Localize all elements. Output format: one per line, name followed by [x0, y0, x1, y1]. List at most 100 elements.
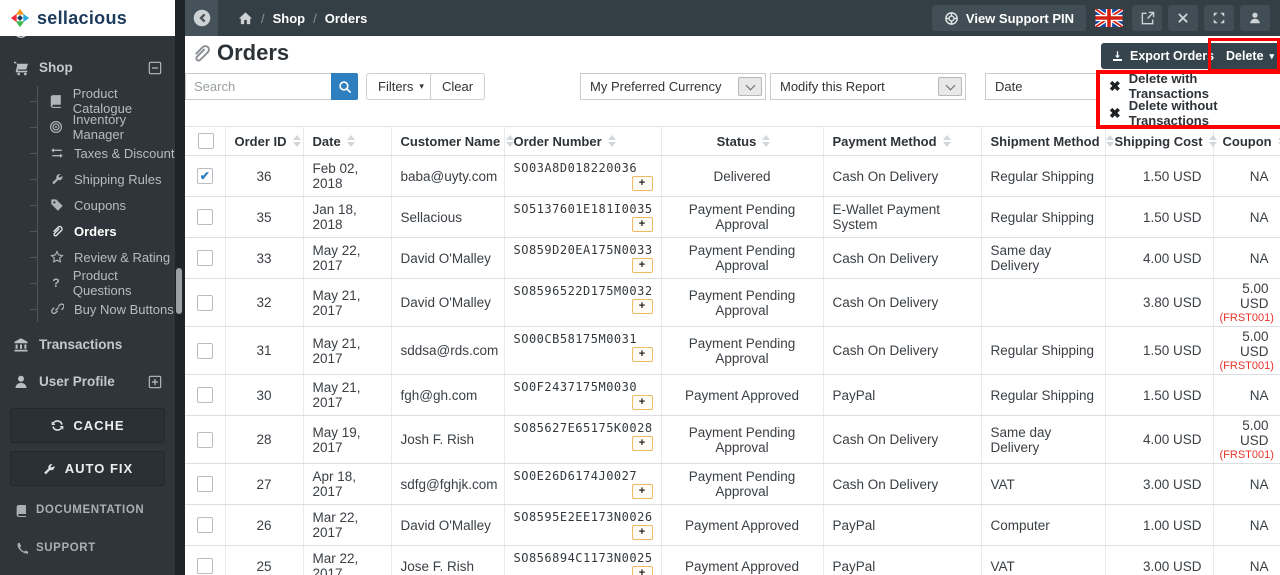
language-flag-button[interactable]: [1092, 5, 1126, 31]
expand-order-button[interactable]: +: [631, 347, 653, 362]
collapse-icon[interactable]: [146, 61, 163, 75]
table-row: 32 May 21, 2017 David O'Malley SO8596522D17…: [185, 278, 1280, 327]
row-checkbox[interactable]: [196, 250, 213, 267]
expand-order-button[interactable]: +: [631, 217, 653, 232]
column-header-payment-method[interactable]: Payment Method: [823, 126, 982, 156]
order-id-cell: 27: [225, 463, 304, 505]
row-checkbox[interactable]: [196, 342, 213, 359]
export-orders-button[interactable]: Export Orders: [1101, 43, 1225, 69]
coupon-value: NA: [1249, 517, 1269, 533]
column-header-shipment-method[interactable]: Shipment Method: [981, 126, 1114, 156]
sidebar-item-documentation[interactable]: DOCUMENTATION: [0, 496, 175, 524]
delete-label: Delete: [1226, 49, 1264, 63]
page-title: Orders: [217, 40, 290, 65]
customer-cell: David O'Malley: [391, 504, 505, 546]
expand-order-button[interactable]: +: [631, 176, 653, 191]
account-button[interactable]: [1240, 5, 1270, 31]
row-checkbox[interactable]: [196, 209, 213, 226]
row-checkbox[interactable]: ✔: [196, 168, 213, 185]
sidebar-item-label: Shipping Rules: [74, 171, 162, 187]
expand-order-button[interactable]: +: [631, 436, 653, 451]
search-icon: [338, 80, 352, 94]
view-support-pin-button[interactable]: View Support PIN: [931, 5, 1086, 31]
expand-order-button[interactable]: +: [631, 299, 653, 314]
expand-order-button[interactable]: +: [631, 484, 653, 499]
sidebar-item-review-rating[interactable]: Review & Rating: [0, 244, 175, 270]
order-id-cell: 35: [225, 196, 304, 238]
expand-order-button[interactable]: +: [631, 525, 653, 540]
status-cell: Delivered: [661, 155, 824, 197]
row-checkbox[interactable]: [196, 294, 213, 311]
payment-method-cell: PayPal: [823, 504, 982, 546]
menu-item-delete-without-transactions[interactable]: ✖ Delete without Transactions: [1109, 98, 1280, 128]
column-header-label: Status: [716, 133, 757, 149]
joomla-admin-button[interactable]: [1168, 5, 1198, 31]
table-row: 30 May 21, 2017 fgh@gh.com SO0F2437175M0030…: [185, 374, 1280, 416]
sidebar-item-shop[interactable]: Shop: [0, 49, 175, 86]
joomla-icon: [1176, 11, 1191, 25]
column-header-order-number[interactable]: Order Number: [504, 126, 662, 156]
column-header-coupon[interactable]: Coupon: [1213, 126, 1280, 156]
row-checkbox[interactable]: [196, 476, 213, 493]
logo-text: sellacious: [37, 7, 128, 28]
select-all-checkbox[interactable]: [198, 133, 215, 150]
breadcrumb-orders[interactable]: Orders: [325, 11, 368, 26]
filters-button[interactable]: Filters ▾: [366, 73, 436, 100]
delete-button[interactable]: Delete ▾: [1216, 43, 1280, 69]
sidebar-item-label: Shop: [39, 60, 73, 75]
expand-order-button[interactable]: +: [631, 566, 653, 575]
sidebar-item-shipping-rules[interactable]: Shipping Rules: [0, 166, 175, 192]
cache-button[interactable]: CACHE: [10, 408, 165, 443]
sidebar-item-coupons[interactable]: Coupons: [0, 192, 175, 218]
expand-order-button[interactable]: +: [631, 258, 653, 273]
column-header-date[interactable]: Date: [303, 126, 392, 156]
row-checkbox[interactable]: [196, 431, 213, 448]
shipping-cost-cell: 1.00 USD: [1105, 504, 1214, 546]
select-value: My Preferred Currency: [590, 79, 722, 94]
breadcrumb-separator: /: [313, 10, 317, 26]
preview-site-button[interactable]: [1132, 5, 1162, 31]
tree-dash: [30, 256, 38, 258]
home-icon[interactable]: [238, 11, 253, 26]
sidebar-item-inventory-manager[interactable]: Inventory Manager: [0, 112, 175, 142]
fullscreen-button[interactable]: [1204, 5, 1234, 31]
sidebar-item-user-profile[interactable]: User Profile: [0, 363, 175, 400]
sidebar-scrollbar[interactable]: [176, 268, 182, 314]
order-id-cell: 31: [225, 326, 304, 375]
sidebar-item-support[interactable]: SUPPORT: [0, 534, 175, 562]
sidebar-item-label: User Profile: [39, 374, 115, 389]
expand-order-button[interactable]: +: [631, 395, 653, 410]
breadcrumb-separator: /: [261, 10, 265, 26]
back-button[interactable]: [185, 0, 218, 36]
sidebar-item-buy-now-buttons[interactable]: Buy Now Buttons: [0, 296, 175, 322]
row-checkbox[interactable]: [196, 517, 213, 534]
breadcrumb-shop[interactable]: Shop: [273, 11, 306, 26]
column-header-shipping-cost[interactable]: Shipping Cost: [1105, 126, 1217, 156]
sidebar-item-orders[interactable]: Orders: [0, 218, 175, 244]
search-button[interactable]: [331, 73, 358, 100]
search-input[interactable]: [185, 73, 331, 100]
sidebar-item-transactions[interactable]: Transactions: [0, 326, 175, 363]
expand-icon[interactable]: [146, 375, 163, 389]
menu-item-delete-with-transactions[interactable]: ✖ Delete with Transactions: [1109, 71, 1280, 101]
logo[interactable]: sellacious: [0, 0, 175, 36]
select-modify-this-report[interactable]: Modify this Report: [770, 73, 966, 100]
sidebar-item-taxes-discount[interactable]: Taxes & Discount: [0, 140, 175, 166]
sidebar-item-product-catalogue[interactable]: Product Catalogue: [0, 86, 175, 116]
caret-down-icon: ▾: [1269, 50, 1275, 61]
column-header-order-id[interactable]: Order ID: [225, 126, 304, 156]
row-checkbox[interactable]: [196, 558, 213, 575]
column-header-customer-name[interactable]: Customer Name: [391, 126, 515, 156]
payment-method-cell: PayPal: [823, 374, 982, 416]
sidebar-item-product-questions[interactable]: ? Product Questions: [0, 268, 175, 298]
date-cell: May 21, 2017: [303, 374, 392, 416]
clear-button[interactable]: Clear: [430, 73, 486, 100]
table-row: 27 Apr 18, 2017 sdfg@fghjk.com SO0E26D6174J…: [185, 463, 1280, 505]
column-header-status[interactable]: Status: [661, 126, 824, 156]
row-checkbox[interactable]: [196, 387, 213, 404]
paperclip-icon: [190, 42, 212, 64]
select-my-preferred-currency[interactable]: My Preferred Currency: [580, 73, 766, 100]
auto-fix-button[interactable]: AUTO FIX: [10, 451, 165, 486]
sort-icon: [942, 135, 951, 147]
order-id-cell: 26: [225, 504, 304, 546]
